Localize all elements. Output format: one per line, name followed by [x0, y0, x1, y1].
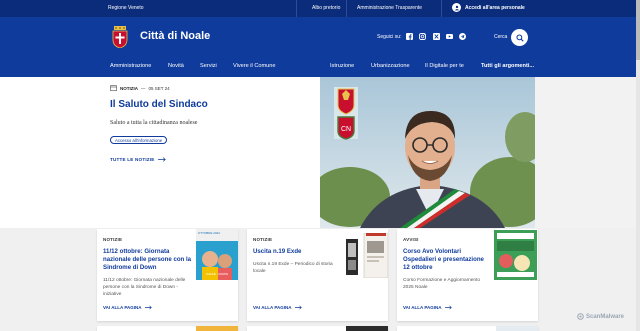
albo-pretorio-link[interactable]: Albo pretorio [312, 5, 340, 11]
arrow-right-icon [157, 157, 166, 162]
page-scrollbar[interactable] [636, 0, 640, 331]
search-icon [515, 33, 524, 42]
thumbnail-text: OTTOBRE 2024 [198, 231, 220, 235]
nav-vivere-il-comune[interactable]: Vivere il Comune [233, 63, 276, 69]
arrow-right-icon [144, 305, 152, 310]
mayor-photo: C N [320, 77, 535, 228]
news-card-partial[interactable] [397, 326, 538, 331]
card-more-link[interactable]: VAI ALLA PAGINA [253, 305, 302, 310]
card-desc-line: iniziative [103, 292, 122, 297]
card-desc-line: Uscita n.19 Exde – Periodico di storia [253, 262, 333, 267]
divider [346, 0, 347, 17]
card-thumbnail: OTTOBRE 2024 CAFFÈ · DOWN [196, 229, 238, 280]
login-label: Accedi all'area personale [465, 4, 525, 11]
news-card[interactable]: AVVISI Corso Avo Volontari Ospedalieri e… [397, 229, 538, 321]
card-title-line: Ospedalieri e presentazione [403, 256, 484, 263]
card-desc-line: 2025 Noale [403, 285, 428, 290]
card-desc-line: locale [253, 269, 266, 274]
amministrazione-trasparente-link[interactable]: Amministrazione Trasparente [357, 5, 422, 11]
nav-tutti-gli-argomenti[interactable]: Tutti gli argomenti... [481, 63, 534, 69]
login-button[interactable]: Accedi all'area personale [452, 3, 525, 12]
card-title[interactable]: 11/12 ottobre: Giornata nazionale delle … [103, 248, 191, 272]
hero-subtitle: Saluto a tutta la cittadinanza noalese [110, 120, 198, 126]
card-more-label: VAI ALLA PAGINA [403, 305, 442, 310]
facebook-icon[interactable] [406, 33, 413, 40]
card-more-label: VAI ALLA PAGINA [103, 305, 142, 310]
scrollbar-thumb[interactable] [636, 0, 640, 60]
card-kicker: NOTIZIE [253, 237, 273, 242]
card-thumbnail [496, 326, 538, 331]
hero-meta: NOTIZIA — 05 SET 24 [110, 85, 170, 91]
top-bar: Regione Veneto Albo pretorio Amministraz… [0, 0, 640, 17]
card-description: 11/12 ottobre: Giornata nazionale delle … [103, 277, 185, 298]
arrow-right-icon [444, 305, 452, 310]
follow-label: Seguici su: [377, 34, 402, 40]
nav-istruzione[interactable]: Istruzione [330, 63, 354, 69]
card-desc-line: 11/12 ottobre: Giornata nazionale delle [103, 278, 186, 283]
divider [296, 0, 297, 17]
card-description: Corso Formazione e Aggiornamento 2025 No… [403, 277, 480, 291]
topic-chip[interactable]: Accesso all'informazione [110, 136, 168, 144]
news-card-partial[interactable] [247, 326, 388, 331]
card-title-line: Corso Avo Volontari [403, 248, 462, 255]
card-kicker: NOTIZIE [103, 237, 123, 242]
card-thumbnail [196, 326, 238, 331]
search-label: Cerca [494, 34, 508, 40]
search-button[interactable] [511, 29, 528, 46]
divider: — [141, 85, 146, 91]
hero-category: NOTIZIA [120, 85, 138, 91]
news-card[interactable]: NOTIZIE 11/12 ottobre: Giornata nazional… [97, 229, 238, 321]
card-title[interactable]: Corso Avo Volontari Ospedalieri e presen… [403, 248, 484, 272]
card-description: Uscita n.19 Exde – Periodico di storia l… [253, 261, 333, 275]
card-desc-line: Corso Formazione e Aggiornamento [403, 278, 481, 283]
hero-title[interactable]: Il Saluto del Sindaco [110, 99, 208, 110]
nav-urbanizzazione[interactable]: Urbanizzazione [371, 63, 410, 69]
card-desc-line: persone con la Sindrome di Down - [103, 285, 178, 290]
card-title-line: Sindrome di Down [103, 264, 157, 271]
hero-date: 05 SET 24 [148, 85, 170, 91]
arrow-right-icon [294, 305, 302, 310]
card-thumbnail [346, 233, 388, 278]
card-more-label: VAI ALLA PAGINA [253, 305, 292, 310]
divider [441, 0, 442, 17]
card-title-line: 11/12 ottobre: Giornata [103, 248, 170, 255]
calendar-icon [110, 85, 117, 91]
card-title-line: Uscita n.19 Exde [253, 248, 302, 255]
thumbnail-caption: CAFFÈ · DOWN [206, 272, 228, 276]
watermark: ScanMalware [577, 313, 624, 320]
nav-novita[interactable]: Novità [168, 63, 184, 69]
card-title-line: 12 ottobre [403, 264, 433, 271]
card-thumbnail [346, 326, 388, 331]
scan-logo-icon [577, 313, 584, 320]
user-icon [452, 3, 461, 12]
thumbnail-header: OTTOBRE 2024 [196, 229, 238, 241]
card-more-link[interactable]: VAI ALLA PAGINA [403, 305, 452, 310]
youtube-icon[interactable] [446, 33, 453, 40]
nav-amministrazione[interactable]: Amministrazione [110, 63, 151, 69]
site-title[interactable]: Città di Noale [140, 30, 210, 42]
watermark-label: ScanMalware [586, 313, 625, 320]
card-kicker: AVVISI [403, 237, 419, 242]
nav-servizi[interactable]: Servizi [200, 63, 217, 69]
main-header: Città di Noale Seguici su: Cerca Amminis… [0, 17, 640, 77]
all-news-link[interactable]: TUTTE LE NOTIZIE [110, 157, 166, 162]
x-icon[interactable] [433, 33, 440, 40]
all-news-label: TUTTE LE NOTIZIE [110, 157, 155, 162]
news-card-partial[interactable] [97, 326, 238, 331]
card-title-line: nazionale delle persone con la [103, 256, 192, 263]
nav-digitale[interactable]: Il Digitale per te [425, 63, 464, 69]
card-title[interactable]: Uscita n.19 Exde [253, 248, 301, 256]
card-thumbnail [494, 230, 537, 280]
svg-text:N: N [346, 126, 351, 133]
region-link[interactable]: Regione Veneto [108, 5, 144, 11]
instagram-icon[interactable] [419, 33, 426, 40]
card-more-link[interactable]: VAI ALLA PAGINA [103, 305, 152, 310]
news-card[interactable]: NOTIZIE Uscita n.19 Exde Uscita n.19 Exd… [247, 229, 388, 321]
city-crest-logo[interactable] [111, 26, 129, 49]
telegram-icon[interactable] [459, 33, 466, 40]
